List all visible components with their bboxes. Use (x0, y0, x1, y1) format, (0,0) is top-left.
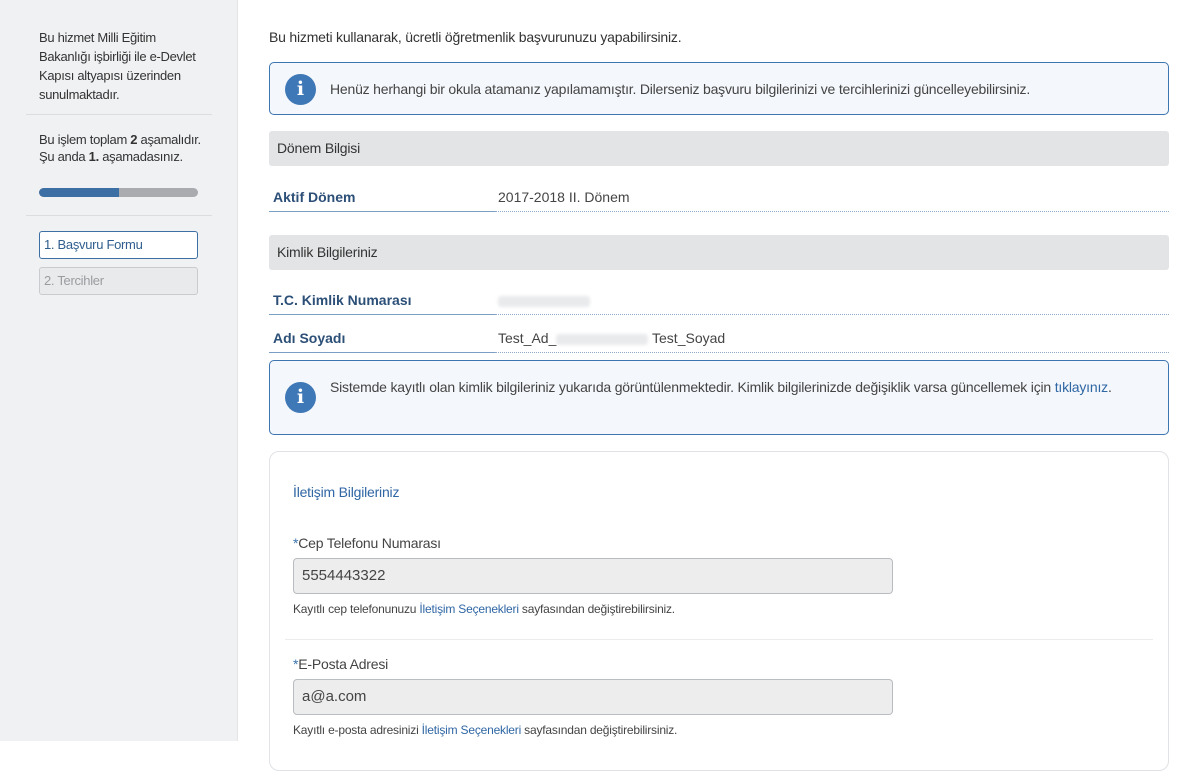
info-circle-icon: i (285, 382, 316, 413)
sidebar: Bu hizmet Milli Eğitim Bakanlığı işbirli… (0, 0, 238, 741)
phone-help-pre: Kayıtlı cep telefonunuzu (293, 602, 420, 616)
email-label: *E-Posta Adresi (293, 656, 388, 672)
tc-value (495, 290, 1169, 315)
info-circle-icon: i (285, 74, 316, 105)
name-label: Adı Soyadı (269, 328, 495, 353)
phone-input[interactable]: 5554443322 (293, 558, 893, 594)
email-help-post: sayfasından değiştirebilirsiniz. (521, 723, 678, 737)
identity-section-header: Kimlik Bilgileriniz (269, 235, 1169, 270)
tc-label: T.C. Kimlik Numarası (269, 290, 495, 315)
sidebar-divider (26, 114, 212, 115)
period-row: Aktif Dönem 2017-2018 II. Dönem (269, 187, 1169, 212)
step-line2-post: aşamadasınız. (98, 149, 183, 164)
redacted-name-part (556, 333, 649, 345)
assignment-alert-text: Henüz herhangi bir okula atamanız yapıla… (330, 81, 1031, 97)
name-row: Adı Soyadı Test_Ad_ Test_Soyad (269, 328, 1169, 353)
step-line1-pre: Bu işlem toplam (39, 132, 131, 147)
period-value: 2017-2018 II. Dönem (495, 187, 1169, 212)
phone-help-post: sayfasından değiştirebilirsiniz. (518, 602, 675, 616)
step-progress-bar (39, 188, 198, 197)
email-input[interactable]: a@a.com (293, 679, 893, 715)
identity-alert-message: Sistemde kayıtlı olan kimlik bilgilerini… (330, 379, 1055, 395)
name-value-last: Test_Soyad (652, 330, 726, 346)
contact-title: İletişim Bilgileriniz (293, 484, 400, 500)
intro-text: Bu hizmeti kullanarak, ücretli öğretmenl… (269, 29, 682, 45)
identity-alert: i Sistemde kayıtlı olan kimlik bilgileri… (269, 360, 1169, 435)
service-info-text: Bu hizmet Milli Eğitim Bakanlığı işbirli… (39, 30, 196, 102)
redacted-tc-number (498, 295, 590, 307)
identity-update-link[interactable]: tıklayınız (1055, 379, 1108, 395)
step-current: 1. (88, 149, 100, 164)
name-value-first: Test_Ad_ (498, 330, 557, 346)
identity-alert-text: Sistemde kayıtlı olan kimlik bilgilerini… (330, 377, 1148, 398)
step-line1-post: aşamalıdır. (137, 132, 202, 147)
field-divider (285, 639, 1153, 640)
identity-alert-end: . (1107, 379, 1112, 395)
nav-step-application-form[interactable]: 1. Başvuru Formu (39, 231, 198, 259)
assignment-alert: i Henüz herhangi bir okula atamanız yapı… (269, 62, 1169, 115)
email-label-text: E-Posta Adresi (298, 656, 389, 672)
phone-label: *Cep Telefonu Numarası (293, 535, 441, 551)
contact-card: İletişim Bilgileriniz *Cep Telefonu Numa… (269, 451, 1169, 771)
nav-step-preferences: 2. Tercihler (39, 267, 198, 295)
step-line2-pre: Şu anda (39, 149, 89, 164)
step-progress-fill (39, 188, 119, 197)
step-info: Bu işlem toplam 2 aşamalıdır. Şu anda 1.… (39, 131, 204, 165)
email-help-pre: Kayıtlı e-posta adresinizi (293, 723, 422, 737)
sidebar-divider (26, 215, 212, 216)
phone-label-text: Cep Telefonu Numarası (298, 535, 441, 551)
period-label: Aktif Dönem (269, 187, 495, 212)
phone-help: Kayıtlı cep telefonunuzu İletişim Seçene… (293, 602, 675, 616)
period-section-header: Dönem Bilgisi (269, 131, 1169, 166)
name-value: Test_Ad_ Test_Soyad (495, 328, 1169, 353)
tc-row: T.C. Kimlik Numarası (269, 290, 1169, 315)
email-contact-options-link[interactable]: İletişim Seçenekleri (422, 723, 522, 737)
phone-contact-options-link[interactable]: İletişim Seçenekleri (419, 602, 519, 616)
email-help: Kayıtlı e-posta adresinizi İletişim Seçe… (293, 723, 677, 737)
